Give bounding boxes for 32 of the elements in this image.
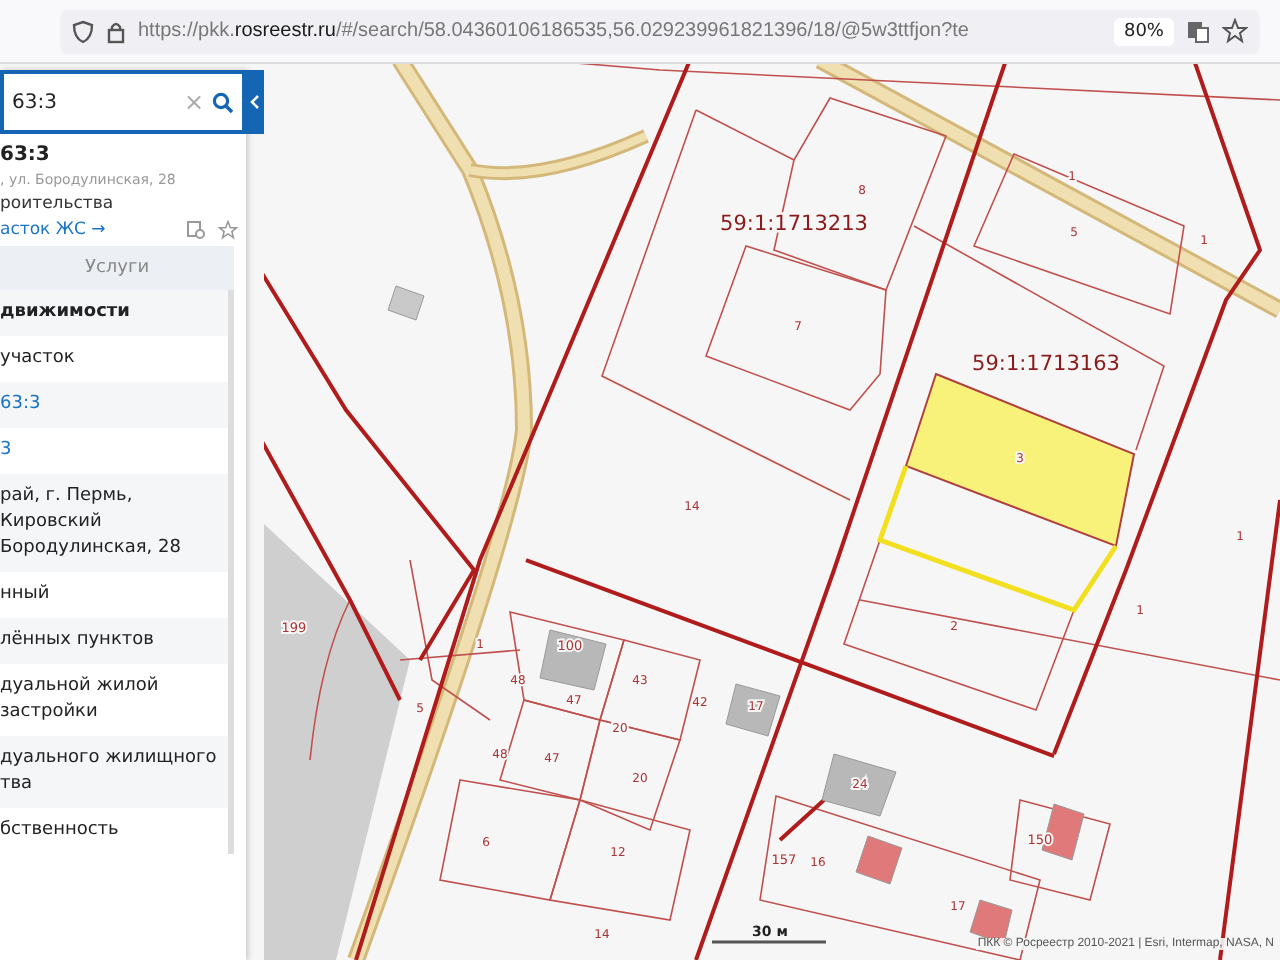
info-link[interactable]: 63:3 <box>0 382 228 428</box>
info-row: рай, г. Пермь, Кировский Бородулинская, 28 <box>0 474 228 572</box>
translate-icon[interactable] <box>1186 19 1210 43</box>
url-text: https://pkk.rosreestr.ru/#/search/58.04360106186535,56.029239961821396/18/@5w3ttfjon?te <box>138 20 971 42</box>
star-icon[interactable] <box>1222 18 1248 44</box>
object-title: 63:3 <box>0 144 52 166</box>
star-icon[interactable] <box>218 220 238 240</box>
info-row: движимости <box>0 290 228 336</box>
info-row: лённых пунктов <box>0 618 228 664</box>
building <box>387 285 425 321</box>
shield-icon <box>72 19 94 43</box>
chevron-icon <box>250 94 260 110</box>
info-row: дуального жилищного тва <box>0 736 228 808</box>
parcel-outline <box>579 719 682 832</box>
building <box>821 753 897 817</box>
quarter-label: 59:1:1713163 <box>972 352 1120 376</box>
collapse-panel-button[interactable] <box>246 70 264 134</box>
address-bar[interactable]: https://pkk.rosreestr.ru/#/search/58.04360106186535,56.029239961821396/18/@5w3ttfjon?te 80% <box>60 9 1260 53</box>
document-search-icon[interactable] <box>186 220 206 240</box>
parcel-outline <box>548 799 691 921</box>
object-link[interactable]: асток ЖС → <box>0 220 174 240</box>
search-field[interactable]: 63:3 × <box>0 70 246 134</box>
building <box>539 629 607 691</box>
building <box>855 835 903 885</box>
object-category: роительства <box>0 194 116 214</box>
building <box>725 683 781 737</box>
search-icon[interactable] <box>212 91 234 113</box>
scale-bar <box>712 940 826 944</box>
parcel-outline <box>439 779 582 901</box>
lock-icon <box>106 19 126 43</box>
zoom-level-button[interactable]: 80% <box>1113 17 1174 45</box>
services-tab[interactable]: Услуги <box>0 246 234 290</box>
